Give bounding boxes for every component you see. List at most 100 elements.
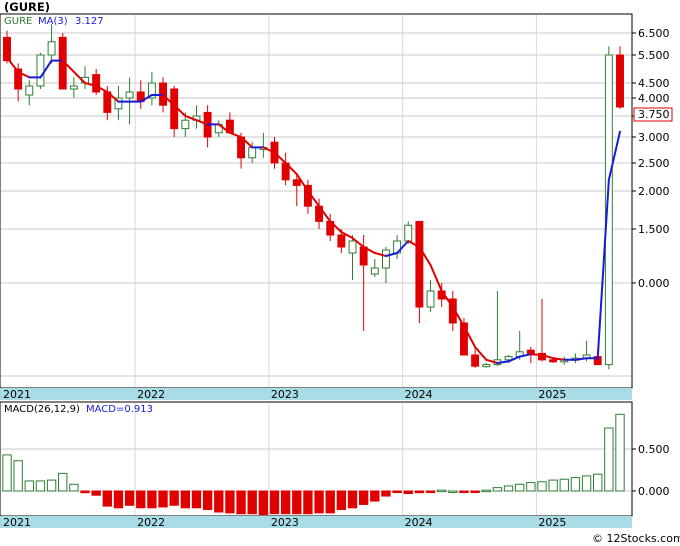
- price-x-axis-band: [0, 388, 632, 400]
- macd-bar-negative: [336, 490, 347, 510]
- macd-bar-positive: [570, 477, 581, 492]
- candle-down: [526, 349, 535, 354]
- macd-x-tick-label: 2021: [3, 516, 31, 529]
- candle-up: [370, 267, 379, 275]
- price-y-tick-label: 2.500: [638, 157, 670, 170]
- macd-bar-positive: [58, 472, 68, 492]
- candle-down: [616, 54, 624, 108]
- candle-down: [415, 220, 424, 308]
- macd-bar-positive: [492, 487, 503, 492]
- macd-bar-positive: [35, 480, 46, 492]
- macd-bar-negative: [225, 490, 235, 514]
- macd-bar-positive: [548, 479, 558, 492]
- macd-bar-negative: [314, 490, 324, 514]
- price-x-tick-label: 2021: [3, 388, 31, 401]
- macd-bar-positive: [436, 489, 447, 493]
- macd-x-tick-label: 2022: [137, 516, 165, 529]
- macd-bar-negative: [470, 490, 480, 493]
- macd-bar-positive: [2, 454, 12, 492]
- macd-bar-negative: [169, 490, 179, 506]
- price-x-tick-label: 2025: [538, 388, 566, 401]
- macd-bar-negative: [403, 490, 413, 495]
- macd-bar-negative: [347, 490, 358, 509]
- price-y-tick-label: 6.500: [638, 27, 670, 40]
- candle-down: [359, 246, 368, 266]
- candle-up: [482, 364, 491, 368]
- price-y-tick-label: 5.500: [638, 49, 670, 62]
- macd-bar-negative: [202, 490, 213, 510]
- macd-bar-positive: [526, 482, 536, 492]
- macd-bar-negative: [370, 490, 380, 502]
- macd-y-axis: 0.500 0.000: [632, 443, 670, 498]
- macd-bar-negative: [214, 490, 224, 513]
- last-price-label: 3.750: [638, 108, 670, 121]
- price-y-axis: 6.5005.5004.5004.0003.5003.0002.5002.000…: [632, 27, 670, 290]
- candle-up: [404, 224, 413, 242]
- macd-bar-negative: [425, 490, 436, 493]
- macd-bar-negative: [303, 490, 313, 515]
- macd-bar-negative: [459, 490, 469, 493]
- macd-bar-positive: [593, 473, 603, 492]
- price-y-tick-label: 2.000: [638, 185, 670, 198]
- macd-bar-negative: [247, 490, 257, 515]
- macd-bar-positive: [13, 460, 23, 492]
- chart-title: (GURE): [4, 0, 50, 14]
- macd-bar-negative: [91, 490, 101, 496]
- price-y-tick-label: 1.500: [638, 223, 670, 236]
- macd-bar-negative: [147, 490, 157, 509]
- macd-bar-positive: [24, 480, 34, 492]
- macd-bar-negative: [325, 490, 335, 514]
- candle-up: [248, 146, 257, 159]
- candle-up: [125, 91, 134, 99]
- macd-bar-positive: [604, 427, 614, 492]
- macd-bar-negative: [180, 490, 191, 509]
- macd-bar-positive: [46, 479, 57, 492]
- price-y-tick-label: 4.000: [638, 92, 670, 105]
- candle-up: [47, 41, 56, 56]
- price-x-tick-label: 2023: [271, 388, 299, 401]
- legend-ma-label: MA(3): [38, 16, 68, 27]
- macd-bar-negative: [158, 490, 168, 508]
- candle-up: [348, 240, 357, 254]
- price-x-tick-label: 2024: [405, 388, 433, 401]
- price-x-tick-label: 2022: [137, 388, 165, 401]
- macd-x-tick-label: 2023: [271, 516, 299, 529]
- candle-down: [92, 74, 101, 93]
- ma-segment: [529, 353, 543, 356]
- macd-bar-negative: [258, 490, 269, 516]
- macd-bar-negative: [414, 490, 425, 494]
- stock-chart-canvas: (GURE) 6.5005.5004.5004.0003.5003.0002.5…: [0, 0, 680, 545]
- legend-symbol: GURE: [4, 16, 32, 27]
- candle-up: [69, 85, 78, 90]
- macd-bar-positive: [559, 478, 569, 492]
- candle-up: [25, 85, 34, 96]
- macd-bar-positive: [515, 483, 525, 492]
- macd-bar-negative: [136, 490, 146, 509]
- price-y-tick-label: 4.500: [638, 77, 670, 90]
- macd-legend-value: MACD=0.913: [86, 404, 153, 415]
- price-y-tick-label: 3.000: [638, 131, 670, 144]
- macd-x-tick-label: 2025: [538, 516, 566, 529]
- macd-bar-positive: [503, 485, 514, 492]
- macd-bar-negative: [80, 490, 90, 494]
- macd-bar-positive: [448, 490, 458, 493]
- candle-up: [181, 119, 190, 130]
- macd-bar-negative: [381, 490, 391, 497]
- candle-up: [426, 290, 435, 308]
- macd-bar-negative: [358, 490, 369, 505]
- macd-bar-positive: [481, 489, 491, 493]
- macd-bar-negative: [236, 490, 246, 515]
- macd-bar-positive: [537, 481, 547, 492]
- candle-down: [549, 359, 558, 363]
- candle-down: [471, 354, 480, 367]
- macd-bar-negative: [280, 490, 291, 515]
- candle-down: [337, 234, 346, 248]
- macd-bar-negative: [124, 490, 135, 506]
- macd-bar-positive: [581, 475, 592, 492]
- macd-x-tick-label: 2024: [405, 516, 433, 529]
- macd-x-axis-band: [0, 516, 632, 528]
- macd-y-tick-label: 0.000: [638, 485, 670, 498]
- candle-up: [381, 249, 390, 269]
- macd-y-tick-label: 0.500: [638, 443, 670, 456]
- macd-bar-positive: [69, 483, 79, 492]
